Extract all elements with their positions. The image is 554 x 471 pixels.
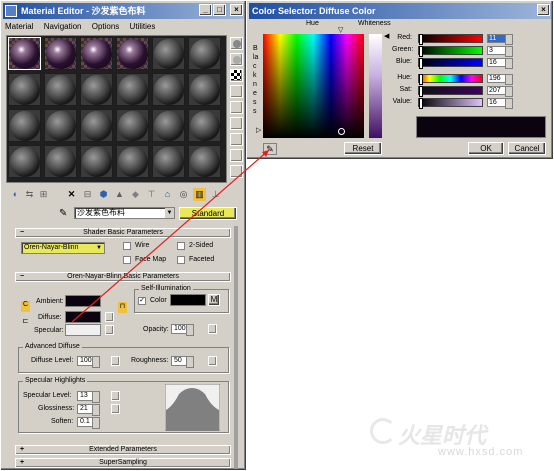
- annotation-arrow: [71, 149, 270, 323]
- watermark-logo-icon: [370, 418, 396, 444]
- watermark-url: www.hxsd.com: [438, 446, 524, 458]
